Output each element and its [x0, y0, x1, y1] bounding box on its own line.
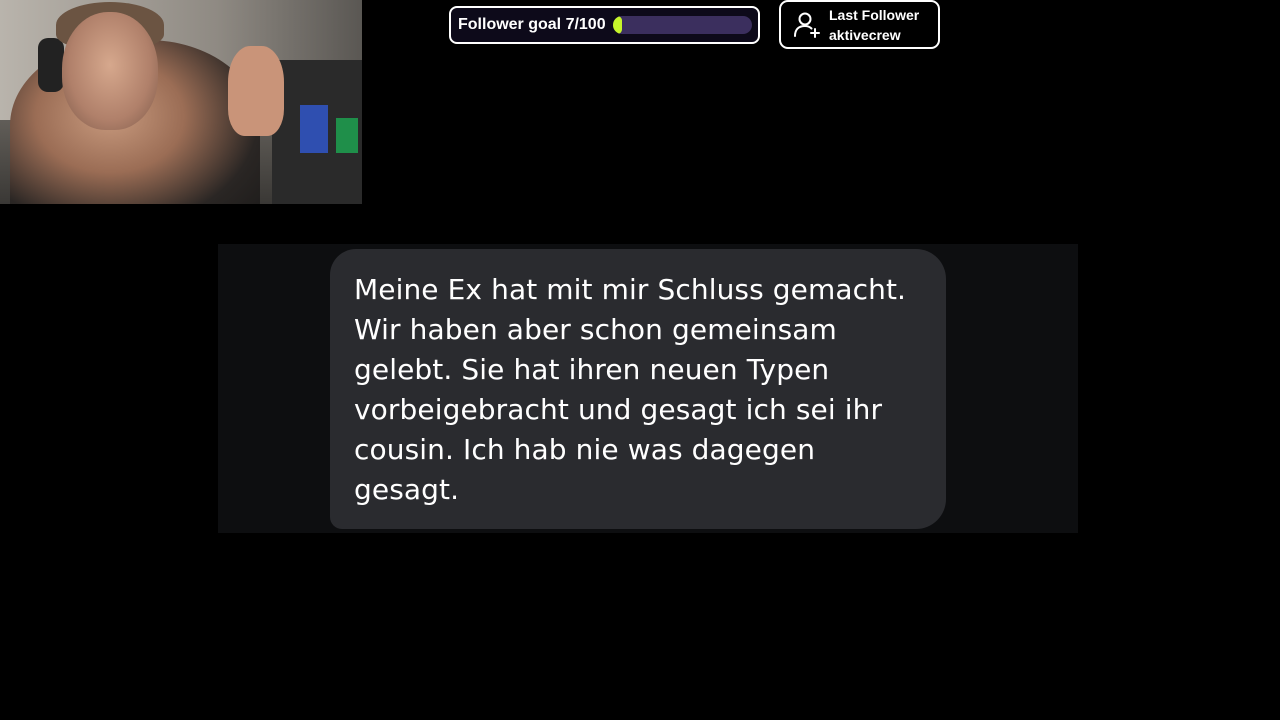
streamer-hand [228, 46, 284, 136]
streamer-head [62, 12, 158, 130]
user-plus-icon [794, 12, 820, 38]
webcam-feed [0, 0, 362, 204]
follower-goal-label: Follower goal 7/100 [458, 16, 606, 33]
message-text: Meine Ex hat mit mir Schluss gemacht. Wi… [354, 273, 907, 506]
last-follower-name: aktivecrew [829, 26, 901, 43]
shelf-item [300, 105, 328, 153]
follower-goal-widget: Follower goal 7/100 [449, 6, 760, 44]
last-follower-widget: Last Follower aktivecrew [779, 0, 940, 49]
follower-goal-progress-track [612, 16, 752, 34]
headset [38, 38, 64, 92]
last-follower-title: Last Follower [829, 6, 920, 23]
shelf-item [336, 118, 358, 153]
message-bubble: Meine Ex hat mit mir Schluss gemacht. Wi… [330, 249, 946, 529]
follower-goal-progress-fill [612, 16, 623, 34]
